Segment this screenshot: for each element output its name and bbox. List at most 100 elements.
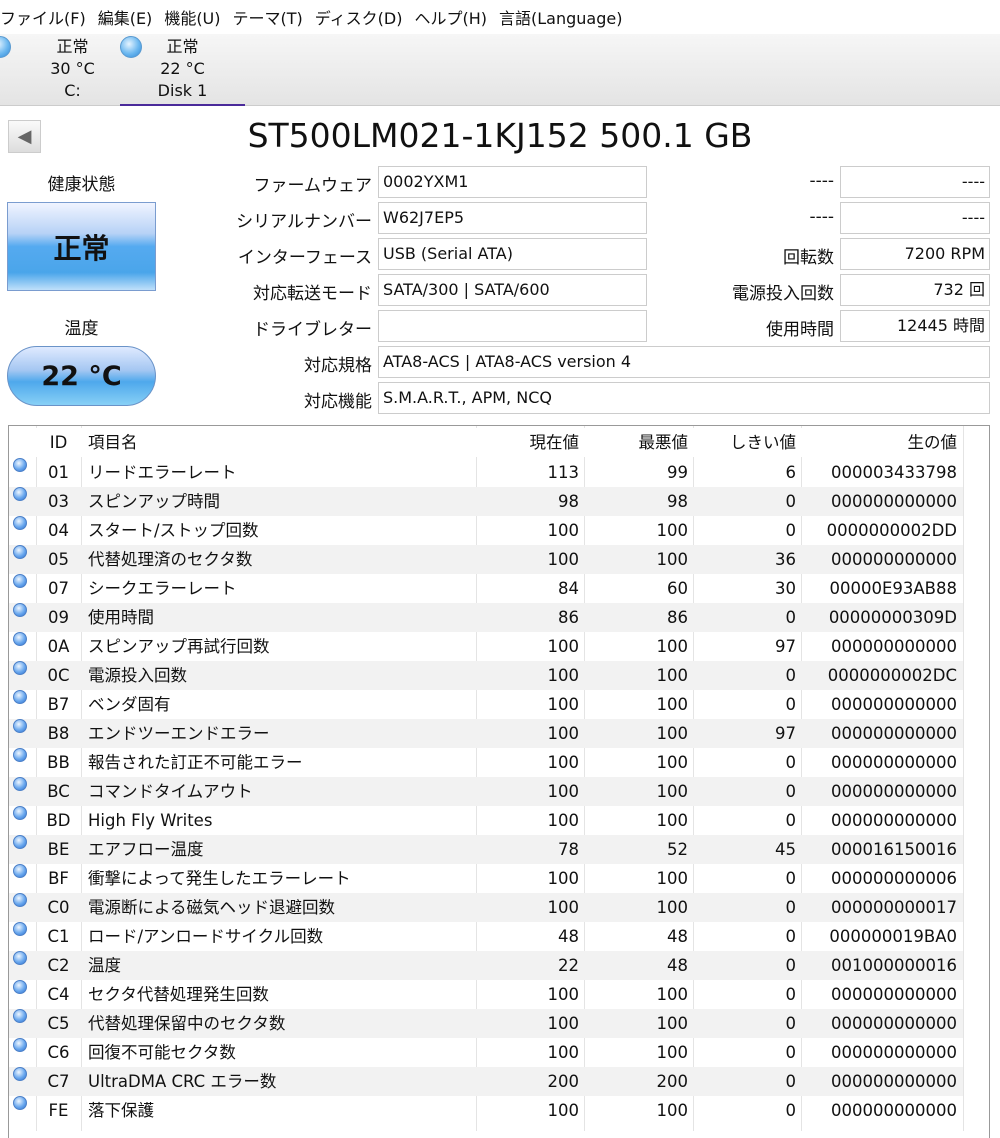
raw-value: 000000000000 [831,637,957,656]
raw-value: 000000000000 [831,1101,957,1120]
threshold-value: 0 [785,985,797,1004]
attr-name: 温度 [88,956,121,975]
raw-value: 000000000000 [831,695,957,714]
header-id[interactable]: ID [36,428,81,457]
disk-tab-disk1[interactable]: 正常 22 °C Disk 1 [120,34,245,106]
interface-label: インターフェース [237,248,372,268]
table-row[interactable]: FE 落下保護 100 100 0 000000000000 [9,1096,963,1125]
current-value: 100 [547,811,580,830]
attr-id: BC [47,782,70,801]
table-row[interactable]: C1 ロード/アンロードサイクル回数 48 48 0 000000019BA0 [9,922,963,951]
attr-name: セクタ代替処理発生回数 [88,985,269,1004]
worst-value: 100 [656,753,689,772]
attr-id: 01 [48,463,69,482]
attr-name: 衝撃によって発生したエラーレート [88,869,351,888]
worst-value: 100 [656,811,689,830]
status-dot-icon [13,1067,27,1081]
current-value: 100 [547,869,580,888]
menu-disk[interactable]: ディスク(D) [315,5,403,29]
table-row[interactable]: 05 代替処理済のセクタ数 100 100 36 000000000000 [9,545,963,574]
worst-value: 100 [656,985,689,1004]
firmware-label: ファームウェア [253,176,373,196]
current-value: 86 [558,608,579,627]
power-on-count-field: 732 回 [840,274,990,306]
status-dot-icon [13,690,27,704]
current-value: 100 [547,1043,580,1062]
table-row[interactable]: BB 報告された訂正不可能エラー 100 100 0 000000000000 [9,748,963,777]
table-row[interactable]: 03 スピンアップ時間 98 98 0 000000000000 [9,487,963,516]
header-threshold[interactable]: しきい値 [693,428,796,457]
raw-value: 0000000002DD [826,521,957,540]
table-row[interactable]: B8 エンドツーエンドエラー 100 100 97 000000000000 [9,719,963,748]
attr-name: ベンダ固有 [88,695,171,714]
attr-name: ロード/アンロードサイクル回数 [88,927,324,946]
table-row[interactable]: C2 温度 22 48 0 001000000016 [9,951,963,980]
table-row[interactable]: C7 UltraDMA CRC エラー数 200 200 0 000000000000 [9,1067,963,1096]
threshold-value: 0 [785,608,797,627]
worst-value: 98 [667,492,688,511]
threshold-value: 0 [785,927,797,946]
threshold-value: 0 [785,521,797,540]
current-value: 100 [547,521,580,540]
status-dot-icon [13,603,27,617]
menu-theme[interactable]: テーマ(T) [233,5,303,29]
table-row[interactable]: C5 代替処理保留中のセクタ数 100 100 0 000000000000 [9,1009,963,1038]
attr-id: 03 [48,492,69,511]
header-current[interactable]: 現在値 [476,428,580,457]
raw-value: 000000000000 [831,1014,957,1033]
table-row[interactable]: BC コマンドタイムアウト 100 100 0 000000000000 [9,777,963,806]
threshold-value: 0 [785,811,797,830]
threshold-value: 0 [785,869,797,888]
attr-name: リードエラーレート [88,463,237,482]
table-row[interactable]: C6 回復不可能セクタ数 100 100 0 000000000000 [9,1038,963,1067]
table-row[interactable]: 01 リードエラーレート 113 99 6 000003433798 [9,458,963,487]
disk-tab-c[interactable]: 正常 30 °C C: [0,34,120,106]
menu-edit[interactable]: 編集(E) [98,5,153,29]
table-row[interactable]: 0A スピンアップ再試行回数 100 100 97 000000000000 [9,632,963,661]
attr-id: 05 [48,550,69,569]
table-row[interactable]: C4 セクタ代替処理発生回数 100 100 0 000000000000 [9,980,963,1009]
header-name[interactable]: 項目名 [88,428,478,457]
threshold-value: 0 [785,1014,797,1033]
table-row[interactable]: 0C 電源投入回数 100 100 0 0000000002DC [9,661,963,690]
table-row[interactable]: 07 シークエラーレート 84 60 30 00000E93AB88 [9,574,963,603]
table-row[interactable]: B7 ベンダ固有 100 100 0 000000000000 [9,690,963,719]
current-value: 100 [547,666,580,685]
disk-temp: 22 °C [160,59,205,78]
worst-value: 100 [656,521,689,540]
worst-value: 99 [667,463,688,482]
attr-id: C4 [47,985,70,1004]
table-row[interactable]: C0 電源断による磁気ヘッド退避回数 100 100 0 000000000017 [9,893,963,922]
health-status-button[interactable]: 正常 [7,202,156,291]
threshold-value: 0 [785,666,797,685]
attr-id: BF [48,869,69,888]
raw-value: 000000000000 [831,550,957,569]
raw-value: 000000000000 [831,1072,957,1091]
table-row[interactable]: BF 衝撃によって発生したエラーレート 100 100 0 000000000006 [9,864,963,893]
worst-value: 60 [667,579,688,598]
header-worst[interactable]: 最悪値 [584,428,689,457]
raw-value: 00000000309D [828,608,957,627]
table-row[interactable]: 09 使用時間 86 86 0 00000000309D [9,603,963,632]
header-raw[interactable]: 生の値 [801,428,958,457]
table-row[interactable]: BE エアフロー温度 78 52 45 000016150016 [9,835,963,864]
status-dot-icon [13,951,27,965]
worst-value: 100 [656,695,689,714]
table-row[interactable]: BD High Fly Writes 100 100 0 000000000000 [9,806,963,835]
current-value: 84 [558,579,579,598]
attr-id: FE [48,1101,69,1120]
current-value: 100 [547,550,580,569]
menu-function[interactable]: 機能(U) [164,5,220,29]
attr-name: シークエラーレート [88,579,237,598]
menu-language[interactable]: 言語(Language) [499,5,622,29]
menu-file[interactable]: ファイル(F) [0,5,86,29]
menu-help[interactable]: ヘルプ(H) [414,5,487,29]
status-dot-icon [13,487,27,501]
table-row[interactable]: 04 スタート/ストップ回数 100 100 0 0000000002DD [9,516,963,545]
worst-value: 100 [656,724,689,743]
drive-letter-label: ドライブレター [253,320,372,340]
current-value: 100 [547,985,580,1004]
status-dot-icon [13,719,27,733]
raw-value: 000000000006 [831,869,957,888]
status-dot-icon [13,777,27,791]
